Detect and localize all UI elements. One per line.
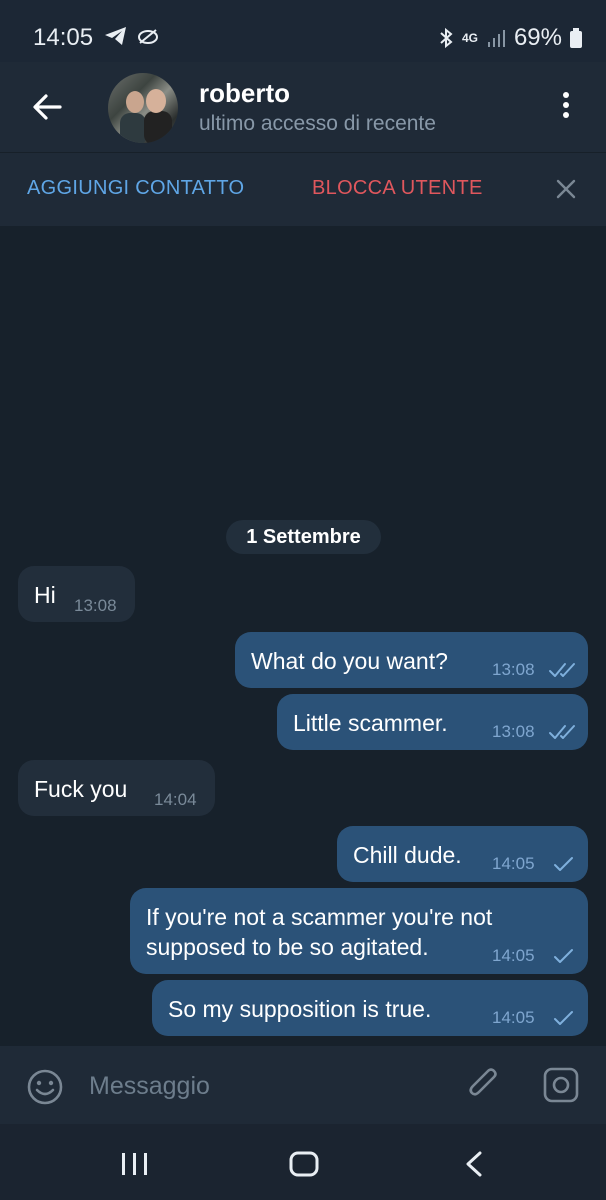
message-text-line-2: supposed to be so agitated. [146,934,429,960]
message-time: 14:05 [492,946,535,965]
double-check-icon [549,725,575,739]
paperclip-icon[interactable] [465,1066,503,1104]
recent-apps-icon[interactable] [120,1151,150,1177]
message-text: Little scammer. [293,710,448,736]
home-icon[interactable] [289,1151,319,1177]
message-bubble[interactable]: Fuck you 14:04 [18,760,215,816]
network-type: 4G [461,31,478,45]
message-text: So my supposition is true. [168,996,432,1022]
check-icon [554,1011,573,1025]
message-text: Fuck you [34,776,128,802]
date-separator: 1 Settembre [226,520,381,554]
check-icon [554,857,573,871]
contact-action-bar: AGGIUNGI CONTATTO BLOCCA UTENTE [0,152,606,227]
back-arrow-icon[interactable] [30,90,64,124]
telegram-icon [105,27,126,45]
contact-name[interactable]: roberto [199,78,290,109]
bluetooth-icon [440,27,453,49]
last-seen-status: ultimo accesso di recente [199,112,436,135]
block-user-button[interactable]: BLOCCA UTENTE [312,177,483,200]
message-bubble[interactable]: So my supposition is true. 14:05 [152,980,588,1036]
message-bubble[interactable]: Hi 13:08 [18,566,135,622]
avatar[interactable] [108,73,178,143]
message-bubble[interactable]: What do you want? 13:08 [235,632,588,688]
check-icon [554,949,573,963]
message-text: What do you want? [251,648,448,674]
message-time: 14:05 [492,854,535,873]
status-bar: 14:05 4G 69% [0,0,606,62]
battery-icon [570,28,582,48]
message-input[interactable]: Messaggio [89,1072,210,1101]
camera-icon[interactable] [542,1066,580,1104]
message-time: 14:04 [154,790,197,809]
more-menu-icon[interactable] [556,90,576,126]
add-contact-button[interactable]: AGGIUNGI CONTATTO [27,177,244,200]
message-time: 14:05 [492,1008,535,1027]
close-icon[interactable] [556,179,576,199]
message-text-line-1: If you're not a scammer you're not [146,904,493,930]
signal-icon [487,30,505,47]
message-bubble[interactable]: Chill dude. 14:05 [337,826,588,882]
message-time: 13:08 [74,596,117,615]
message-input-bar: Messaggio [0,1046,606,1124]
message-bubble[interactable]: Little scammer. 13:08 [277,694,588,750]
notification-icon [138,29,158,44]
message-time: 13:08 [492,722,535,741]
double-check-icon [549,663,575,677]
message-text: Hi [34,582,56,608]
battery-percent: 69% [513,24,562,51]
nav-back-icon[interactable] [463,1151,485,1177]
chat-header: roberto ultimo accesso di recente [0,62,606,152]
message-text: Chill dude. [353,842,462,868]
emoji-icon[interactable] [26,1068,64,1106]
status-time: 14:05 [33,24,94,51]
message-bubble[interactable]: If you're not a scammer you're not suppo… [130,888,588,974]
system-nav-bar [0,1124,606,1200]
message-time: 13:08 [492,660,535,679]
